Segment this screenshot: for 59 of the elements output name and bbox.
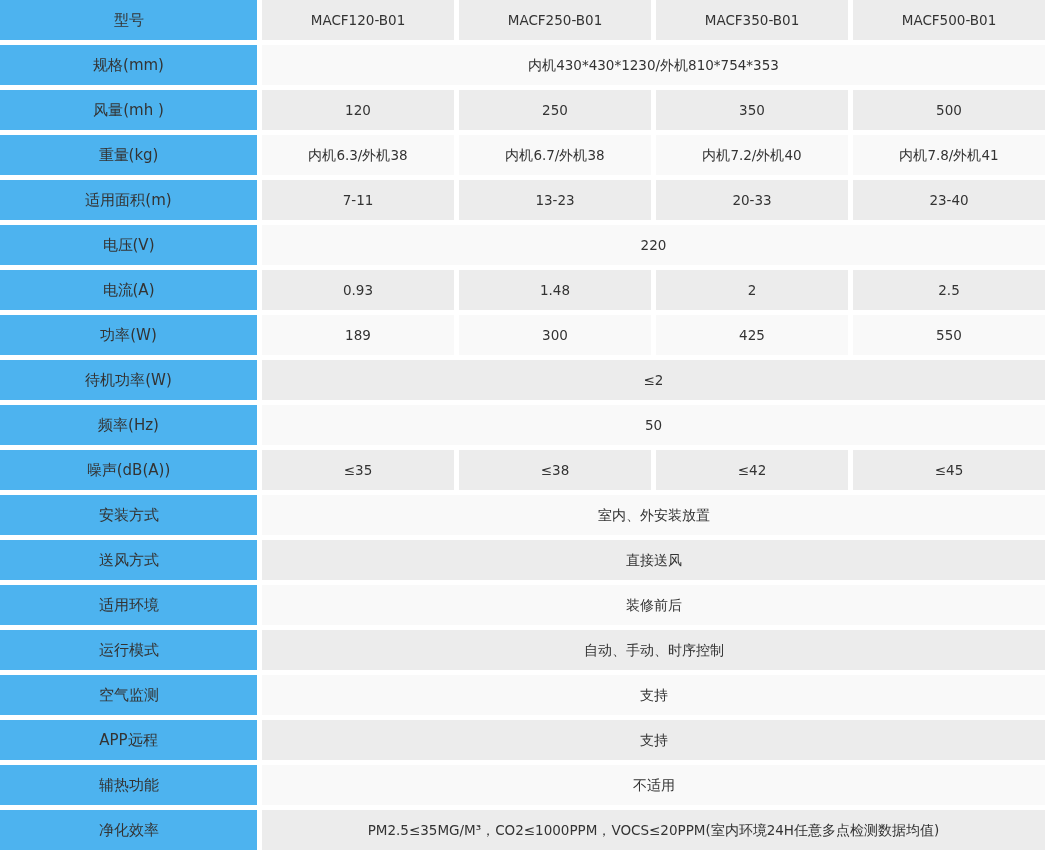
- table-cell: 自动、手动、时序控制: [262, 630, 1045, 670]
- row-label: 重量(kg): [0, 135, 257, 175]
- row-label: 频率(Hz): [0, 405, 257, 445]
- table-cell: 不适用: [262, 765, 1045, 805]
- table-cell: 500: [853, 90, 1045, 130]
- row-label: 风量(mh ): [0, 90, 257, 130]
- row-label: 噪声(dB(A)): [0, 450, 257, 490]
- table-cell: 直接送风: [262, 540, 1045, 580]
- table-cell: 2: [656, 270, 848, 310]
- table-cell: 0.93: [262, 270, 454, 310]
- table-cell: ≤35: [262, 450, 454, 490]
- row-label: 型号: [0, 0, 257, 40]
- table-cell: ≤38: [459, 450, 651, 490]
- row-label: 运行模式: [0, 630, 257, 670]
- table-cell: 7-11: [262, 180, 454, 220]
- row-label: 适用面积(m): [0, 180, 257, 220]
- table-cell: 120: [262, 90, 454, 130]
- row-label: 电流(A): [0, 270, 257, 310]
- row-label: 规格(mm): [0, 45, 257, 85]
- table-cell: ≤45: [853, 450, 1045, 490]
- row-label: 安装方式: [0, 495, 257, 535]
- table-cell: ≤42: [656, 450, 848, 490]
- table-cell: 内机430*430*1230/外机810*754*353: [262, 45, 1045, 85]
- table-cell: MACF120-B01: [262, 0, 454, 40]
- table-cell: ≤2: [262, 360, 1045, 400]
- table-cell: 13-23: [459, 180, 651, 220]
- table-cell: 1.48: [459, 270, 651, 310]
- row-label: 待机功率(W): [0, 360, 257, 400]
- table-cell: 220: [262, 225, 1045, 265]
- row-label: APP远程: [0, 720, 257, 760]
- table-cell: 2.5: [853, 270, 1045, 310]
- row-label: 辅热功能: [0, 765, 257, 805]
- table-cell: 内机6.7/外机38: [459, 135, 651, 175]
- table-cell: 425: [656, 315, 848, 355]
- table-cell: 室内、外安装放置: [262, 495, 1045, 535]
- row-label: 净化效率: [0, 810, 257, 850]
- table-cell: 支持: [262, 675, 1045, 715]
- table-cell: 300: [459, 315, 651, 355]
- table-cell: 20-33: [656, 180, 848, 220]
- table-cell: 250: [459, 90, 651, 130]
- table-cell: 内机7.2/外机40: [656, 135, 848, 175]
- table-cell: MACF500-B01: [853, 0, 1045, 40]
- table-cell: 支持: [262, 720, 1045, 760]
- row-label: 电压(V): [0, 225, 257, 265]
- row-label: 功率(W): [0, 315, 257, 355]
- table-cell: 内机6.3/外机38: [262, 135, 454, 175]
- row-label: 送风方式: [0, 540, 257, 580]
- table-cell: MACF250-B01: [459, 0, 651, 40]
- table-cell: 23-40: [853, 180, 1045, 220]
- row-label: 空气监测: [0, 675, 257, 715]
- table-cell: 350: [656, 90, 848, 130]
- table-cell: MACF350-B01: [656, 0, 848, 40]
- table-cell: PM2.5≤35MG/M³，CO2≤1000PPM，VOCS≤20PPM(室内环境24H任意多点检测数据均值): [262, 810, 1045, 850]
- row-label: 适用环境: [0, 585, 257, 625]
- table-cell: 装修前后: [262, 585, 1045, 625]
- table-cell: 内机7.8/外机41: [853, 135, 1045, 175]
- table-cell: 189: [262, 315, 454, 355]
- table-cell: 550: [853, 315, 1045, 355]
- table-cell: 50: [262, 405, 1045, 445]
